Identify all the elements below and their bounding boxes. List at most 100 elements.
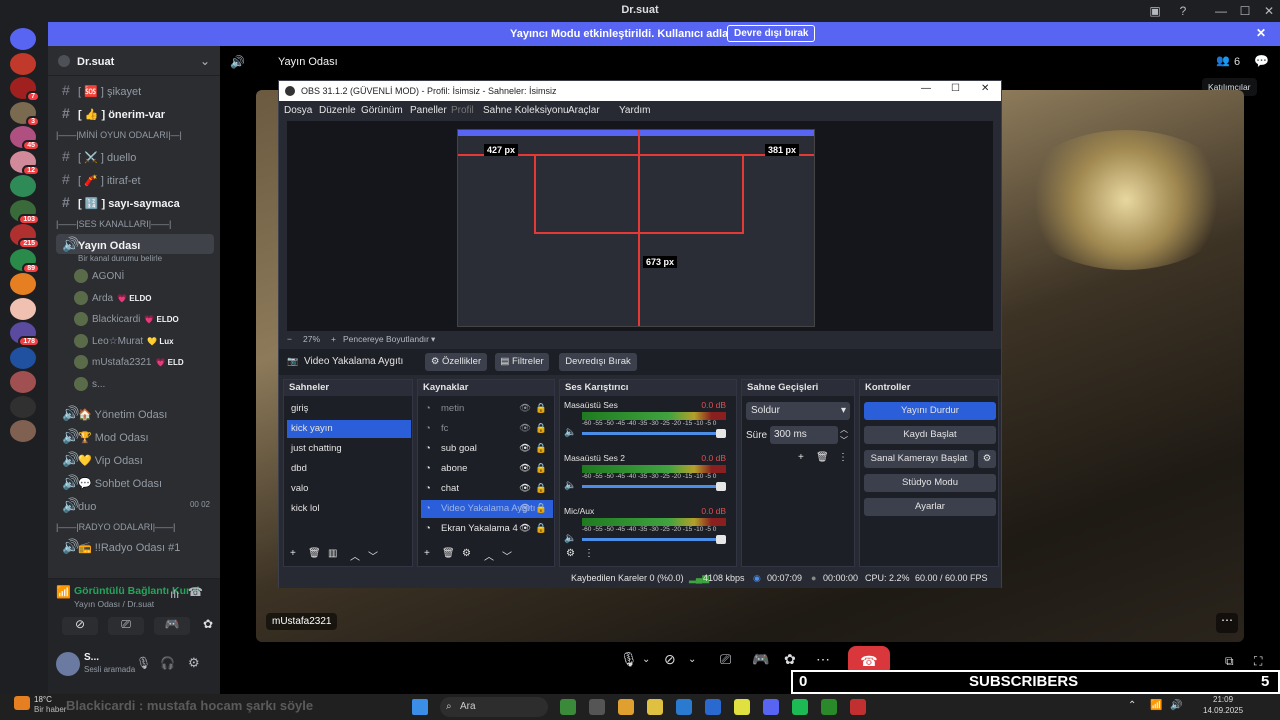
taskbar-app-icon[interactable] [821, 699, 837, 715]
taskbar-search[interactable]: ⌕ Ara [440, 697, 548, 717]
obs-menu-item[interactable]: Paneller [410, 105, 447, 116]
add-scene-icon[interactable]: + [290, 548, 296, 559]
category-mini-games[interactable]: |——|MİNİ OYUN ODALARI|—| [56, 130, 214, 140]
source-item[interactable]: ◔ abone 👁 🔒 [421, 460, 553, 478]
disconnect-icon[interactable]: ☎ [188, 585, 203, 599]
server-icon[interactable]: 7 [10, 77, 40, 102]
visibility-eye-icon[interactable]: 👁 [519, 440, 531, 458]
control-button[interactable]: Kaydı Başlat [864, 426, 996, 444]
voice-user[interactable]: mUstafa2321 💗 ELD [74, 354, 214, 372]
disable-streamer-mode-button[interactable]: Devre dışı bırak [727, 25, 816, 42]
server-icon[interactable] [10, 297, 36, 320]
voice-user[interactable]: AGONİ [74, 268, 214, 286]
scene-up-icon[interactable]: ︿ [350, 548, 360, 563]
scene-item[interactable]: dbd [287, 460, 411, 478]
server-icon[interactable] [10, 175, 36, 197]
volume-icon[interactable]: 🔊 [1170, 700, 1182, 711]
mute-mic-icon[interactable]: 🎙 [620, 651, 638, 668]
text-channel[interactable]: #[ 🔢 ] sayı-saymaca [56, 192, 214, 212]
transition-select[interactable]: Soldur ▾ [746, 402, 850, 420]
taskbar-app-icon[interactable] [850, 699, 866, 715]
channel-status[interactable]: Bir kanal durumu belirle [78, 254, 162, 263]
text-channel[interactable]: #[ ⚔️ ] duello [56, 146, 214, 166]
server-icon[interactable]: 103 [10, 199, 40, 225]
zoom-dropdown-icon[interactable]: ▾ [431, 331, 435, 347]
voice-channel[interactable]: 🔊duo 00 02 [56, 495, 214, 515]
chat-icon[interactable]: 💬 [1254, 54, 1269, 68]
server-icon[interactable]: 3 [10, 101, 40, 127]
scene-item[interactable]: valo [287, 480, 411, 498]
weather-icon[interactable] [14, 696, 30, 710]
start-icon[interactable] [412, 699, 428, 715]
source-item[interactable]: ◔ Video Yakalama Aygıtı 👁 🔒 [421, 500, 553, 518]
voice-channel[interactable]: 🔊🏆 Mod Odası [56, 426, 214, 446]
popout-icon[interactable]: ⧉ [1225, 654, 1234, 669]
scene-item[interactable]: kick lol [287, 500, 411, 518]
control-button[interactable]: Stüdyo Modu [864, 474, 996, 492]
scene-item[interactable]: kick yayın [287, 420, 411, 438]
noise-icon[interactable]: ılı [170, 587, 179, 601]
speaker-icon[interactable]: 🔈 [564, 480, 576, 491]
source-item[interactable]: ◔ sub goal 👁 🔒 [421, 440, 553, 458]
volume-slider[interactable] [582, 535, 726, 544]
add-transition-icon[interactable]: + [798, 452, 804, 463]
category-radio[interactable]: |——|RADYO ODALARI|——| [56, 522, 214, 532]
obs-menu-item[interactable]: Araçlar [568, 105, 600, 116]
taskbar-app-icon[interactable] [792, 699, 808, 715]
radio-channel[interactable]: 🔊📻 !!Radyo Odası #1 [56, 536, 214, 556]
active-voice-channel[interactable]: 🔊Yayın Odası [56, 234, 214, 254]
server-icon[interactable] [10, 273, 36, 295]
lock-icon[interactable]: 🔒 [535, 420, 547, 438]
remove-transition-icon[interactable]: 🗑 [816, 452, 829, 463]
mixer-menu-icon[interactable]: ⋮ [584, 548, 594, 559]
soundboard-icon[interactable]: ✿ [200, 617, 216, 635]
taskbar-app-icon[interactable] [705, 699, 721, 715]
share-screen-icon[interactable]: ⎚ [720, 651, 731, 668]
source-item[interactable]: ◔ chat 👁 🔒 [421, 480, 553, 498]
speaker-icon[interactable]: 🔈 [564, 533, 576, 544]
taskbar-app-icon[interactable] [763, 699, 779, 715]
more-options-icon[interactable]: ⋯ [1216, 613, 1238, 633]
control-button[interactable]: Ayarlar [864, 498, 996, 516]
taskbar-app-icon[interactable] [676, 699, 692, 715]
obs-menu-item[interactable]: Görünüm [361, 105, 403, 116]
control-button[interactable]: Yayını Durdur [864, 402, 996, 420]
remove-source-icon[interactable]: 🗑 [442, 548, 455, 559]
volume-slider[interactable] [582, 482, 726, 491]
obs-menu-item[interactable]: Profil [451, 105, 474, 116]
duration-stepper[interactable]: ︿ ﹀ [840, 424, 848, 446]
voice-user[interactable]: Leo☆Murat 💛 Lux [74, 333, 214, 351]
lock-icon[interactable]: 🔒 [535, 400, 547, 418]
filters-button[interactable]: ▤ Filtreler [495, 353, 549, 371]
help-icon[interactable]: ? [1174, 3, 1192, 19]
headphones-icon[interactable]: 🎧 [160, 656, 175, 670]
server-icon[interactable] [10, 420, 36, 442]
banner-close-icon[interactable]: ✕ [1256, 26, 1266, 40]
tray-icon[interactable]: ⌃ [1128, 700, 1136, 711]
maximize-button[interactable]: ☐ [1236, 3, 1254, 19]
camera-toggle-icon[interactable]: ⊘ [664, 651, 676, 668]
voice-user[interactable]: Blackicardi 💗 ELDO [74, 311, 214, 329]
wifi-icon[interactable]: 📶 [1150, 700, 1162, 711]
lock-icon[interactable]: 🔒 [535, 520, 547, 538]
source-up-icon[interactable]: ︿ [484, 548, 494, 563]
mixer-settings-icon[interactable]: ⚙ [566, 548, 575, 559]
voice-channel[interactable]: 🔊🏠 Yönetim Odası [56, 403, 214, 423]
visibility-eye-icon[interactable]: 👁 [519, 480, 531, 498]
scene-item[interactable]: giriş [287, 400, 411, 418]
activities-icon[interactable]: 🎮 [752, 651, 769, 668]
lock-icon[interactable]: 🔒 [535, 440, 547, 458]
more-call-icon[interactable]: ⋯ [816, 651, 830, 668]
settings-gear-icon[interactable]: ⚙ [188, 655, 200, 671]
visibility-eye-icon[interactable]: 👁 [519, 420, 531, 438]
server-icon[interactable]: 89 [10, 248, 40, 274]
server-icon[interactable]: 45 [10, 126, 40, 151]
obs-menu-item[interactable]: Yardım [619, 105, 651, 116]
lock-icon[interactable]: 🔒 [535, 500, 547, 518]
camera-options-icon[interactable]: ⌄ [688, 654, 696, 665]
activity-icon[interactable]: 🎮 [154, 617, 190, 635]
lock-icon[interactable]: 🔒 [535, 480, 547, 498]
taskbar-app-icon[interactable] [647, 699, 663, 715]
obs-menu-item[interactable]: Düzenle [319, 105, 356, 116]
soundboard-toggle-icon[interactable]: ✿ [784, 651, 796, 668]
